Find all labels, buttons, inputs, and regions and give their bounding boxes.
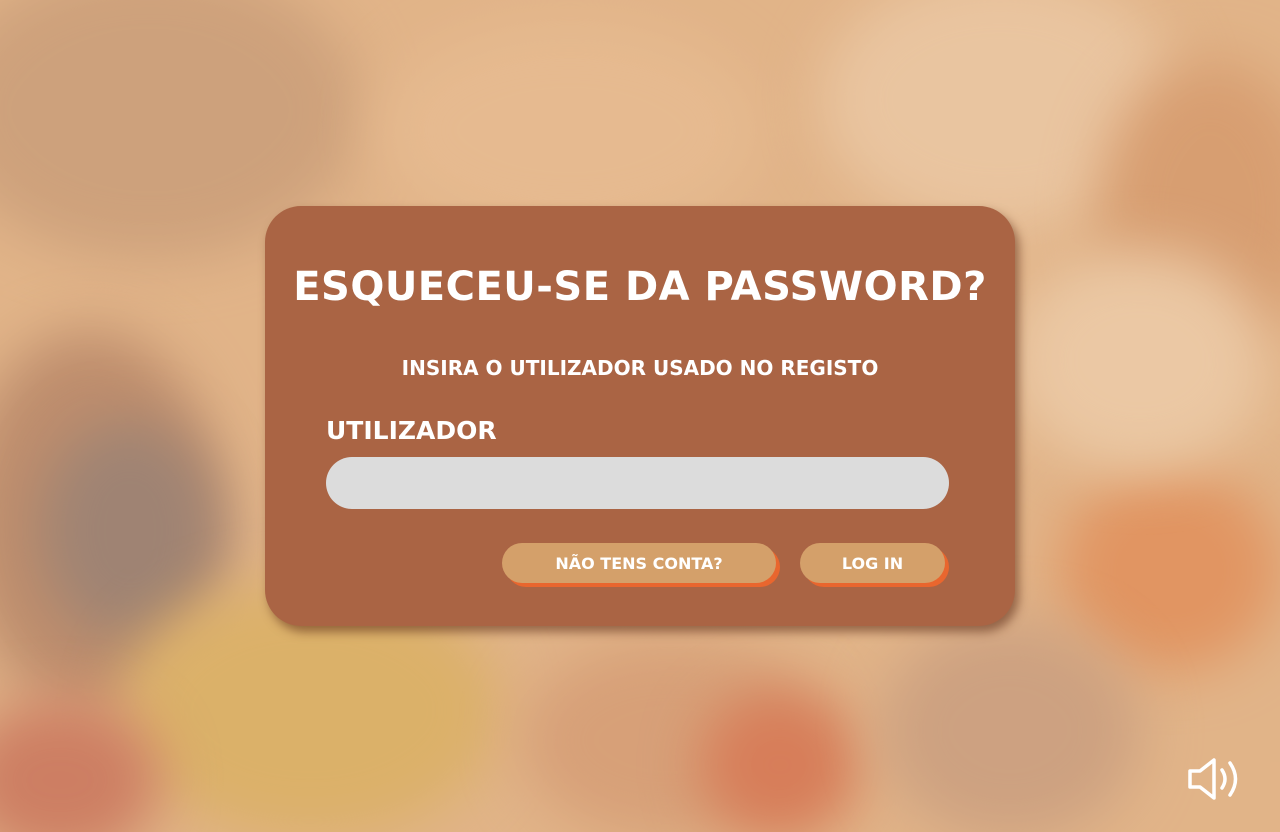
username-input[interactable] <box>326 457 949 509</box>
page-title: ESQUECEU-SE DA PASSWORD? <box>293 264 987 310</box>
forgot-password-card: ESQUECEU-SE DA PASSWORD? INSIRA O UTILIZ… <box>265 206 1015 626</box>
login-button[interactable]: LOG IN <box>800 543 945 583</box>
speaker-volume-icon[interactable] <box>1186 756 1248 802</box>
username-label: UTILIZADOR <box>326 416 497 445</box>
instruction-text: INSIRA O UTILIZADOR USADO NO REGISTO <box>401 356 879 380</box>
signup-button[interactable]: NÃO TENS CONTA? <box>502 543 776 583</box>
